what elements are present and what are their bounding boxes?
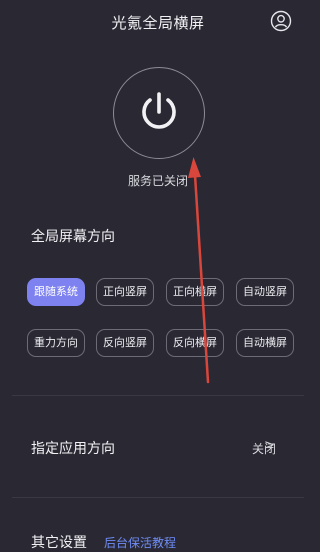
divider (12, 497, 304, 498)
orientation-option-landscape[interactable]: 正向横屏 (166, 278, 224, 306)
orientation-option-portrait[interactable]: 正向竖屏 (96, 278, 154, 306)
divider (12, 395, 304, 396)
background-keepalive-tutorial-link[interactable]: 后台保活教程 (104, 534, 176, 551)
section-title-orientation: 全局屏幕方向 (31, 229, 115, 245)
orientation-option-gravity[interactable]: 重力方向 (27, 329, 85, 357)
orientation-option-follow-system[interactable]: 跟随系统 (27, 278, 85, 306)
orientation-option-reverse-landscape[interactable]: 反向横屏 (166, 329, 224, 357)
user-profile-button[interactable] (269, 9, 293, 33)
other-settings-label: 其它设置 (31, 535, 87, 551)
orientation-option-auto-landscape[interactable]: 自动横屏 (236, 329, 294, 357)
power-toggle-button[interactable] (113, 67, 205, 159)
user-circle-icon (270, 10, 292, 32)
app-orientation-label: 指定应用方向 (31, 441, 115, 457)
chevron-right-icon: > (264, 438, 275, 453)
orientation-option-reverse-portrait[interactable]: 反向竖屏 (96, 329, 154, 357)
power-icon (142, 92, 176, 129)
orientation-option-auto-portrait[interactable]: 自动竖屏 (236, 278, 294, 306)
app-header: 光氪全局横屏 (0, 0, 316, 44)
service-status-text: 服务已关闭 (127, 174, 188, 188)
